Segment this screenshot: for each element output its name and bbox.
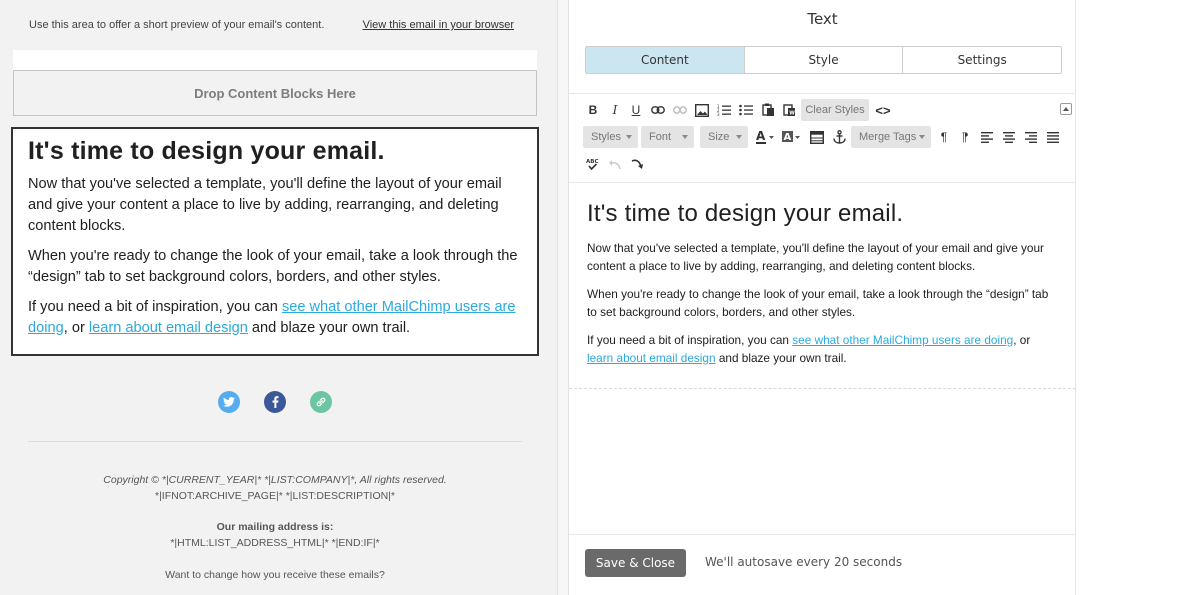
italic-icon[interactable]: I [606,101,624,119]
svg-text:W: W [789,111,795,117]
autosave-notice: We'll autosave every 20 seconds [705,555,903,569]
mailchimp-users-link[interactable]: see what other MailChimp users are doing [792,333,1013,347]
text-color-icon[interactable]: A [755,128,777,146]
email-paragraph-1: Now that you've selected a template, you… [28,176,502,234]
paste-word-icon[interactable]: W [780,101,798,119]
facebook-icon[interactable] [264,391,286,413]
email-design-link[interactable]: learn about email design [587,351,716,365]
svg-text:3: 3 [717,112,720,116]
email-paragraph-2: When you're ready to change the look of … [28,248,518,285]
size-dropdown-label: Size [708,131,730,143]
align-right-icon[interactable] [1022,128,1040,146]
paste-icon[interactable] [759,101,777,119]
link-icon[interactable] [649,101,667,119]
font-dropdown[interactable]: Font [641,126,694,148]
view-in-browser-link[interactable]: View this email in your browser [363,19,514,31]
tab-style[interactable]: Style [745,47,904,73]
link-icon[interactable] [310,391,332,413]
paragraph-ltr-icon[interactable]: ¶ [935,128,953,146]
paragraph-text: , or [63,320,89,336]
text-editor-panel: Text Content Style Settings B I U 123 W [569,0,1076,595]
merge-tags-dropdown-label: Merge Tags [859,131,917,143]
twitter-icon[interactable] [218,391,240,413]
email-preview-pane: Use this area to offer a short preview o… [0,0,557,595]
footer-change-prefs: Want to change how you receive these ema… [165,569,385,581]
source-code-icon[interactable]: <> [873,101,893,119]
email-heading: It's time to design your email. [28,137,385,165]
footer-address: *|HTML:LIST_ADDRESS_HTML|* *|END:IF|* [170,537,380,549]
selected-text-block[interactable]: It's time to design your email. Now that… [11,127,539,356]
font-dropdown-label: Font [649,131,672,143]
editor-toolbar: B I U 123 W Clear Styles <> Styles Font … [569,94,1076,182]
footer-archive: *|IFNOT:ARCHIVE_PAGE|* *|LIST:DESCRIPTIO… [154,490,396,502]
chevron-down-icon [626,135,632,139]
chevron-down-icon [736,135,742,139]
rich-text-editor[interactable]: It's time to design your email. Now that… [587,198,1057,378]
styles-dropdown[interactable]: Styles [583,126,638,148]
paragraph-text: If you need a bit of inspiration, you ca… [587,333,793,347]
panel-title: Text [807,10,838,28]
panel-tabs: Content Style Settings [585,46,1062,74]
merge-tags-dropdown[interactable]: Merge Tags [851,126,931,148]
paragraph-text: and blaze your own trail. [715,350,847,365]
footer-divider [28,441,522,442]
undo-icon[interactable] [606,155,624,173]
editor-bottom-border [569,388,1076,389]
underline-icon[interactable]: U [627,101,645,119]
editor-heading[interactable]: It's time to design your email. [587,198,1057,230]
paragraph-rtl-icon[interactable]: ¶ [956,128,974,146]
drop-content-blocks-zone[interactable]: Drop Content Blocks Here [13,70,537,116]
align-left-icon[interactable] [978,128,996,146]
spellcheck-icon[interactable]: ABC [584,155,602,173]
clear-styles-button[interactable]: Clear Styles [801,99,869,121]
paragraph-text: and blaze your own trail. [247,320,411,336]
bullet-list-icon[interactable] [737,101,755,119]
toolbar-divider [569,182,1076,183]
tab-content[interactable]: Content [586,47,745,73]
svg-text:ABC: ABC [586,159,599,165]
paragraph-text: , or [1013,333,1031,347]
footer-block: Copyright © *|CURRENT_YEAR|* *|LIST:COMP… [13,363,537,595]
background-color-icon[interactable]: A [781,128,803,146]
preview-scrollbar[interactable] [557,0,569,595]
preheader: Use this area to offer a short preview o… [0,0,557,50]
image-icon[interactable] [693,101,711,119]
chevron-down-icon [682,135,688,139]
align-justify-icon[interactable] [1044,128,1062,146]
bold-icon[interactable]: B [584,101,602,119]
collapse-toolbar-icon[interactable] [1060,103,1072,115]
tab-settings[interactable]: Settings [903,47,1061,73]
size-dropdown[interactable]: Size [700,126,748,148]
email-paragraph-3: If you need a bit of inspiration, you ca… [28,297,522,339]
drop-zone-spacer [13,50,537,70]
styles-dropdown-label: Styles [591,131,621,143]
align-center-icon[interactable] [1000,128,1018,146]
svg-text:A: A [756,130,766,143]
footer-copyright: Copyright © *|CURRENT_YEAR|* *|LIST:COMP… [103,474,447,486]
paragraph-text: If you need a bit of inspiration, you ca… [28,299,282,315]
editor-paragraph-3[interactable]: If you need a bit of inspiration, you ca… [587,332,1057,367]
anchor-icon[interactable] [830,128,848,146]
table-icon[interactable] [808,128,826,146]
chevron-down-icon [919,135,925,139]
email-design-link[interactable]: learn about email design [89,320,248,336]
ordered-list-icon[interactable]: 123 [715,101,733,119]
unlink-icon[interactable] [671,101,689,119]
save-close-button[interactable]: Save & Close [585,549,686,577]
svg-text:A: A [784,132,792,143]
editor-paragraph-1[interactable]: Now that you've selected a template, you… [587,240,1057,275]
footer-mailing-label: Our mailing address is: [216,521,334,533]
editor-paragraph-2[interactable]: When you're ready to change the look of … [587,286,1057,321]
panel-footer-divider [569,534,1076,535]
preheader-text: Use this area to offer a short preview o… [29,19,325,31]
redo-icon[interactable] [628,155,646,173]
